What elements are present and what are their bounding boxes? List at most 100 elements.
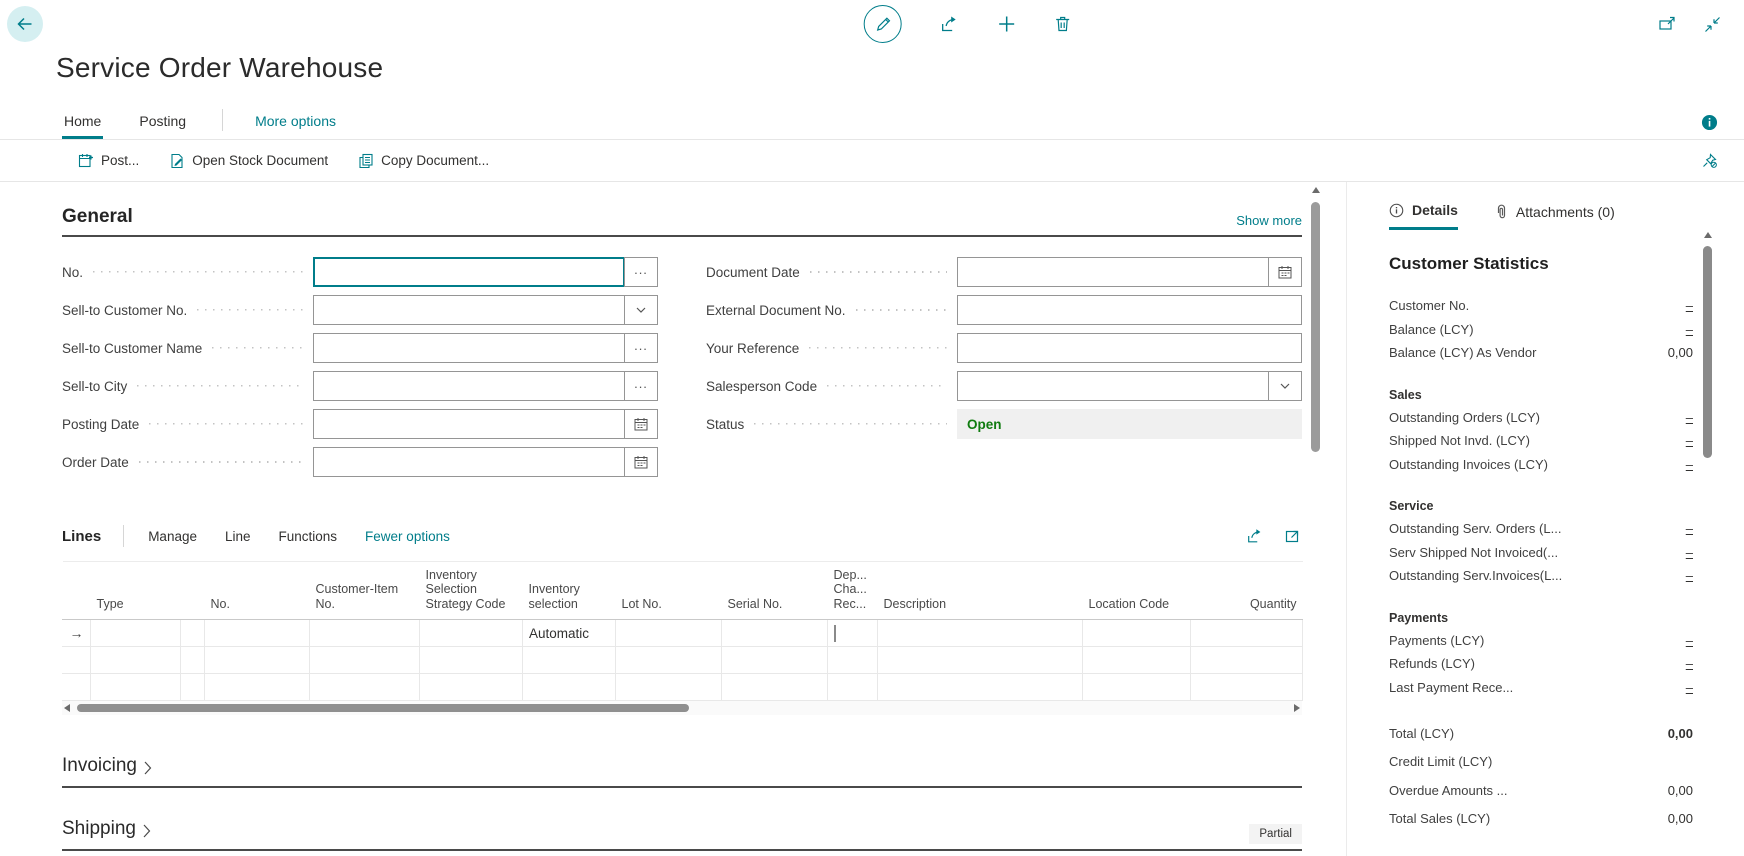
panel-vertical-scrollbar[interactable] bbox=[1703, 232, 1713, 458]
tab-home[interactable]: Home bbox=[62, 113, 103, 139]
no-input[interactable] bbox=[313, 257, 625, 287]
stat-value-link[interactable]: – bbox=[1686, 322, 1693, 337]
panel-scroll-thumb[interactable] bbox=[1703, 246, 1712, 458]
vertical-scroll-thumb[interactable] bbox=[1311, 202, 1320, 452]
stat-value-link[interactable]: – bbox=[1686, 521, 1693, 536]
lines-menu-functions[interactable]: Functions bbox=[279, 529, 338, 544]
tab-details[interactable]: Details bbox=[1389, 202, 1458, 230]
lot-no-cell[interactable] bbox=[616, 620, 722, 647]
tab-attachments[interactable]: Attachments (0) bbox=[1494, 202, 1615, 230]
scroll-up-arrow[interactable] bbox=[1312, 187, 1320, 193]
stat-value: 0,00 bbox=[1668, 726, 1693, 741]
stat-value-link[interactable]: – bbox=[1686, 433, 1693, 448]
tab-posting[interactable]: Posting bbox=[137, 113, 188, 139]
type-cell[interactable] bbox=[91, 620, 181, 647]
main-column: General Show more No. ... bbox=[0, 182, 1347, 856]
open-in-new-icon bbox=[1284, 527, 1302, 545]
show-more-link[interactable]: Show more bbox=[1236, 213, 1302, 228]
column-no[interactable]: No. bbox=[205, 562, 310, 620]
lines-horizontal-scrollbar[interactable] bbox=[62, 701, 1302, 715]
stat-value-link[interactable]: – bbox=[1686, 410, 1693, 425]
column-inventory-selection[interactable]: Inventory selection bbox=[523, 562, 616, 620]
salesperson-code-lookup-button[interactable] bbox=[1268, 371, 1302, 401]
invoicing-section-header[interactable]: Invoicing bbox=[62, 755, 1302, 788]
sell-to-city-input[interactable] bbox=[313, 371, 625, 401]
lines-table: Type No. Customer-Item No. Inventory Sel… bbox=[62, 561, 1303, 701]
posting-date-input[interactable] bbox=[313, 409, 625, 439]
column-lot-no[interactable]: Lot No. bbox=[616, 562, 722, 620]
sell-to-customer-name-input[interactable] bbox=[313, 333, 625, 363]
stat-value-link[interactable]: – bbox=[1686, 656, 1693, 671]
column-description[interactable]: Description bbox=[878, 562, 1083, 620]
column-inventory-selection-strategy-code[interactable]: Inventory Selection Strategy Code bbox=[420, 562, 523, 620]
horizontal-scroll-thumb[interactable] bbox=[77, 704, 689, 713]
column-dep-cha-rec[interactable]: Dep... Cha... Rec... bbox=[828, 562, 878, 620]
column-quantity[interactable]: Quantity bbox=[1191, 562, 1303, 620]
tab-more-options[interactable]: More options bbox=[253, 113, 338, 139]
serial-no-cell[interactable] bbox=[722, 620, 828, 647]
sell-to-city-assist-button[interactable]: ... bbox=[624, 371, 658, 401]
order-date-input[interactable] bbox=[313, 447, 625, 477]
lines-menu-manage[interactable]: Manage bbox=[148, 529, 197, 544]
order-date-label: Order Date bbox=[62, 455, 129, 470]
page-info-button[interactable] bbox=[1701, 114, 1718, 131]
selected-cell[interactable] bbox=[181, 620, 205, 647]
stat-value-link[interactable]: – bbox=[1686, 568, 1693, 583]
dotted-leader bbox=[212, 347, 303, 349]
salesperson-code-input[interactable] bbox=[957, 371, 1269, 401]
no-assist-edit-button[interactable]: ... bbox=[624, 257, 658, 287]
column-type[interactable]: Type bbox=[91, 562, 205, 620]
posting-date-picker-button[interactable] bbox=[624, 409, 658, 439]
column-serial-no[interactable]: Serial No. bbox=[722, 562, 828, 620]
description-cell[interactable] bbox=[878, 620, 1083, 647]
stat-label: Outstanding Invoices (LCY) bbox=[1389, 457, 1548, 472]
stat-value-link[interactable]: – bbox=[1686, 680, 1693, 695]
stat-value-link[interactable]: – bbox=[1686, 545, 1693, 560]
edit-button[interactable] bbox=[864, 5, 902, 43]
new-button[interactable] bbox=[998, 15, 1016, 33]
inventory-selection-strategy-cell[interactable] bbox=[420, 620, 523, 647]
inventory-selection-cell[interactable]: Automatic bbox=[523, 620, 616, 647]
main-vertical-scrollbar[interactable] bbox=[1311, 187, 1321, 452]
order-date-picker-button[interactable] bbox=[624, 447, 658, 477]
sell-to-customer-no-input[interactable] bbox=[313, 295, 625, 325]
unpin-actionbar-button[interactable] bbox=[1701, 152, 1718, 169]
lines-share-button[interactable] bbox=[1246, 527, 1264, 545]
collapse-button[interactable] bbox=[1703, 15, 1722, 34]
open-stock-document-action[interactable]: Open Stock Document bbox=[169, 153, 328, 169]
stat-value-link[interactable]: 0,00 bbox=[1668, 783, 1693, 798]
document-date-picker-button[interactable] bbox=[1268, 257, 1302, 287]
column-location-code[interactable]: Location Code bbox=[1083, 562, 1191, 620]
stat-value-link[interactable]: – bbox=[1686, 457, 1693, 472]
stat-value-link[interactable]: – bbox=[1686, 298, 1693, 313]
post-action[interactable]: Post... bbox=[78, 153, 139, 169]
stat-value-link[interactable]: 0,00 bbox=[1668, 811, 1693, 826]
scroll-up-arrow[interactable] bbox=[1704, 232, 1712, 238]
sell-to-customer-no-label: Sell-to Customer No. bbox=[62, 303, 187, 318]
lines-open-in-excel-button[interactable] bbox=[1284, 527, 1302, 545]
external-document-no-input[interactable] bbox=[957, 295, 1302, 325]
scroll-right-arrow[interactable] bbox=[1294, 704, 1300, 712]
lines-menu-fewer-options[interactable]: Fewer options bbox=[365, 529, 450, 544]
window-controls bbox=[1658, 15, 1722, 34]
shipping-section-header[interactable]: Shipping Partial bbox=[62, 818, 1302, 851]
copy-document-action[interactable]: Copy Document... bbox=[358, 153, 489, 169]
lines-menu-line[interactable]: Line bbox=[225, 529, 251, 544]
your-reference-input[interactable] bbox=[957, 333, 1302, 363]
sell-to-customer-no-lookup-button[interactable] bbox=[624, 295, 658, 325]
sell-to-customer-name-assist-button[interactable]: ... bbox=[624, 333, 658, 363]
quantity-cell[interactable] bbox=[1191, 620, 1303, 647]
location-code-cell[interactable] bbox=[1083, 620, 1191, 647]
back-button[interactable] bbox=[7, 6, 43, 42]
stat-total-sales: Total Sales (LCY) 0,00 bbox=[1389, 805, 1693, 834]
share-button[interactable] bbox=[940, 14, 960, 34]
dep-cha-rec-checkbox[interactable] bbox=[834, 625, 836, 642]
stat-value-link[interactable]: – bbox=[1686, 633, 1693, 648]
customer-item-no-cell[interactable] bbox=[310, 620, 420, 647]
no-cell[interactable] bbox=[205, 620, 310, 647]
open-in-new-window-button[interactable] bbox=[1658, 15, 1677, 34]
delete-button[interactable] bbox=[1054, 15, 1072, 33]
scroll-left-arrow[interactable] bbox=[64, 704, 70, 712]
document-date-input[interactable] bbox=[957, 257, 1269, 287]
column-customer-item-no[interactable]: Customer-Item No. bbox=[310, 562, 420, 620]
